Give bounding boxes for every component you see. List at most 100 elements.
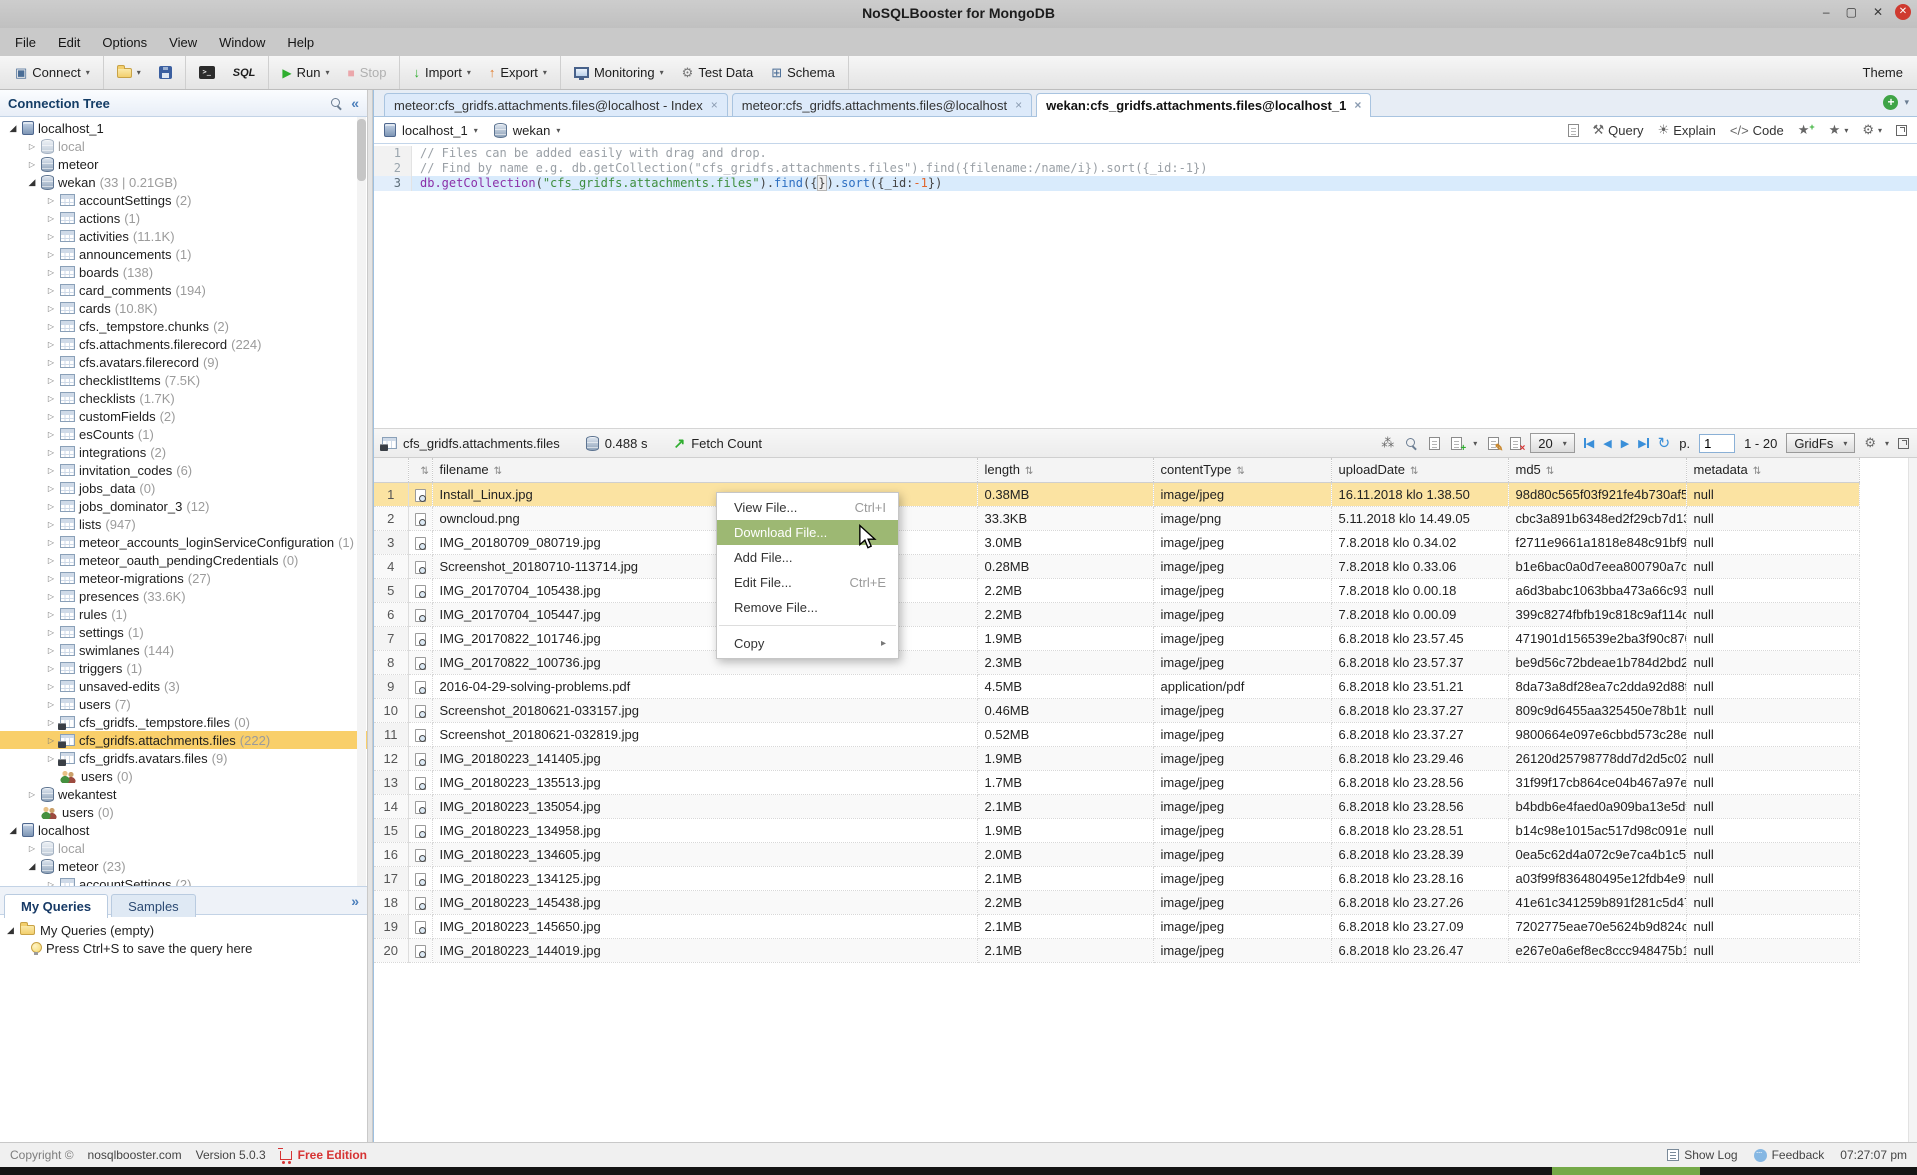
table-row[interactable]: 15IMG_20180223_134958.jpg1.9MBimage/jpeg… (374, 818, 1859, 842)
menu-item-view-file[interactable]: View File...Ctrl+I (717, 495, 898, 520)
document-preview-icon[interactable] (415, 609, 426, 622)
stop-button[interactable]: ■Stop (338, 60, 395, 86)
table-row[interactable]: 1Install_Linux.jpg0.38MBimage/jpeg16.11.… (374, 482, 1859, 506)
document-preview-icon[interactable] (415, 681, 426, 694)
table-row[interactable]: 7IMG_20170822_101746.jpg1.9MBimage/jpeg6… (374, 626, 1859, 650)
page-number-input[interactable] (1699, 434, 1735, 453)
table-row[interactable]: 4Screenshot_20180710-113714.jpg0.28MBima… (374, 554, 1859, 578)
last-page-button[interactable]: ▶ (1638, 437, 1648, 450)
row-preview-cell[interactable] (408, 578, 432, 602)
tree-item-checklists[interactable]: ▷checklists(1.7K) (0, 389, 367, 407)
page-size-select[interactable]: 20 ▾ (1530, 433, 1574, 453)
tree-item-accountsettings[interactable]: ▷accountSettings(2) (0, 875, 367, 886)
document-preview-icon[interactable] (415, 489, 426, 502)
expand-arrow-icon[interactable]: ▷ (46, 466, 56, 475)
document-preview-icon[interactable] (415, 921, 426, 934)
tree-item-local[interactable]: ▷local (0, 839, 367, 857)
expand-arrow-icon[interactable]: ▷ (46, 286, 56, 295)
tree-item-cards[interactable]: ▷cards(10.8K) (0, 299, 367, 317)
expand-arrow-icon[interactable]: ▷ (46, 718, 56, 727)
tree-item-cfs-gridfs-avatars-files[interactable]: ▷cfs_gridfs.avatars.files(9) (0, 749, 367, 767)
code-line[interactable]: 3db.getCollection("cfs_gridfs.attachment… (374, 176, 1917, 191)
tree-item-lists[interactable]: ▷lists(947) (0, 515, 367, 533)
table-row[interactable]: 14IMG_20180223_135054.jpg2.1MBimage/jpeg… (374, 794, 1859, 818)
row-preview-cell[interactable] (408, 794, 432, 818)
expand-arrow-icon[interactable]: ▷ (46, 268, 56, 277)
tree-item-integrations[interactable]: ▷integrations(2) (0, 443, 367, 461)
table-row[interactable]: 17IMG_20180223_134125.jpg2.1MBimage/jpeg… (374, 866, 1859, 890)
tree-item-wekantest[interactable]: ▷wekantest (0, 785, 367, 803)
site-link[interactable]: nosqlbooster.com (88, 1148, 182, 1162)
row-preview-cell[interactable] (408, 482, 432, 506)
tree-item-jobs-dominator-3[interactable]: ▷jobs_dominator_3(12) (0, 497, 367, 515)
tree-item-triggers[interactable]: ▷triggers(1) (0, 659, 367, 677)
menu-file[interactable]: File (4, 35, 47, 50)
tree-item-users[interactable]: users(0) (0, 767, 367, 785)
database-selector[interactable]: wekan (513, 123, 551, 138)
export-button[interactable]: ↑Export▾ (480, 60, 556, 86)
remove-document-icon[interactable]: × (1510, 437, 1521, 450)
editor-tab[interactable]: meteor:cfs_gridfs.attachments.files@loca… (384, 93, 728, 116)
star-button[interactable]: ★▾ (1829, 122, 1849, 138)
table-row[interactable]: 19IMG_20180223_145650.jpg2.1MBimage/jpeg… (374, 914, 1859, 938)
next-page-button[interactable]: ▶ (1621, 437, 1629, 450)
show-log-button[interactable]: Show Log (1667, 1148, 1737, 1162)
tree-item-activities[interactable]: ▷activities(11.1K) (0, 227, 367, 245)
column-header-metadata[interactable]: metadata⇅ (1686, 458, 1859, 482)
row-preview-cell[interactable] (408, 866, 432, 890)
queries-item-my-queries-empty[interactable]: ◢My Queries (empty) (6, 921, 367, 939)
menu-view[interactable]: View (158, 35, 208, 50)
expand-arrow-icon[interactable]: ▷ (46, 250, 56, 259)
table-row[interactable]: 2owncloud.png33.3KBimage/png5.11.2018 kl… (374, 506, 1859, 530)
expand-arrow-icon[interactable]: ▷ (46, 232, 56, 241)
tree-item-accountsettings[interactable]: ▷accountSettings(2) (0, 191, 367, 209)
edit-document-icon[interactable]: ✎ (1488, 437, 1499, 450)
document-preview-icon[interactable] (415, 561, 426, 574)
expand-arrow-icon[interactable]: ▷ (46, 304, 56, 313)
expand-arrow-icon[interactable]: ▷ (46, 538, 56, 547)
tree-scrollbar-thumb[interactable] (357, 119, 366, 181)
queries-item-press-ctrl-s-to-save-the-query-here[interactable]: Press Ctrl+S to save the query here (6, 939, 367, 957)
table-row[interactable]: 92016-04-29-solving-problems.pdf4.5MBapp… (374, 674, 1859, 698)
tree-item-cfs-gridfs-tempstore-files[interactable]: ▷cfs_gridfs._tempstore.files(0) (0, 713, 367, 731)
tree-item-escounts[interactable]: ▷esCounts(1) (0, 425, 367, 443)
expand-arrow-icon[interactable]: ▷ (46, 322, 56, 331)
tree-item-presences[interactable]: ▷presences(33.6K) (0, 587, 367, 605)
row-preview-cell[interactable] (408, 842, 432, 866)
grid-scrollbar[interactable] (1908, 458, 1917, 1142)
expand-arrow-icon[interactable]: ▷ (46, 682, 56, 691)
table-row[interactable]: 13IMG_20180223_135513.jpg1.7MBimage/jpeg… (374, 770, 1859, 794)
chevron-down-icon[interactable]: ▾ (556, 126, 560, 135)
expand-arrow-icon[interactable]: ▷ (46, 556, 56, 565)
expand-arrow-icon[interactable]: ▷ (46, 196, 56, 205)
close-button[interactable]: ✕ (1873, 5, 1883, 19)
tree-item-boards[interactable]: ▷boards(138) (0, 263, 367, 281)
row-preview-cell[interactable] (408, 650, 432, 674)
maximize-button[interactable]: ▢ (1846, 5, 1857, 19)
server-selector[interactable]: localhost_1 (402, 123, 468, 138)
expand-arrow-icon[interactable]: ▷ (46, 430, 56, 439)
tree-item-meteor[interactable]: ◢meteor(23) (0, 857, 367, 875)
connect-button[interactable]: ▣Connect▾ (6, 60, 99, 86)
search-icon[interactable] (330, 97, 343, 110)
tree-item-cfs-tempstore-chunks[interactable]: ▷cfs._tempstore.chunks(2) (0, 317, 367, 335)
column-header-contenttype[interactable]: contentType⇅ (1153, 458, 1331, 482)
document-preview-icon[interactable] (415, 897, 426, 910)
explain-button[interactable]: ☀Explain (1658, 122, 1716, 138)
expand-arrow-icon[interactable]: ▷ (46, 394, 56, 403)
code-line[interactable]: 1// Files can be added easily with drag … (374, 146, 1917, 161)
column-header-filename[interactable]: filename⇅ (432, 458, 977, 482)
row-preview-cell[interactable] (408, 722, 432, 746)
expand-arrow-icon[interactable]: ▷ (46, 340, 56, 349)
tree-item-cfs-avatars-filerecord[interactable]: ▷cfs.avatars.filerecord(9) (0, 353, 367, 371)
document-preview-icon[interactable] (415, 777, 426, 790)
row-icon-header[interactable]: ⇅ (408, 458, 432, 482)
folder-button[interactable]: ▾ (108, 60, 150, 86)
explorer-icon[interactable]: ⁂ (1381, 435, 1394, 451)
expand-arrow-icon[interactable]: ▷ (46, 376, 56, 385)
previous-page-button[interactable]: ◀ (1603, 437, 1611, 450)
theme-button[interactable]: Theme (1863, 65, 1903, 80)
column-header-length[interactable]: length⇅ (977, 458, 1153, 482)
table-row[interactable]: 18IMG_20180223_145438.jpg2.2MBimage/jpeg… (374, 890, 1859, 914)
document-preview-icon[interactable] (415, 729, 426, 742)
